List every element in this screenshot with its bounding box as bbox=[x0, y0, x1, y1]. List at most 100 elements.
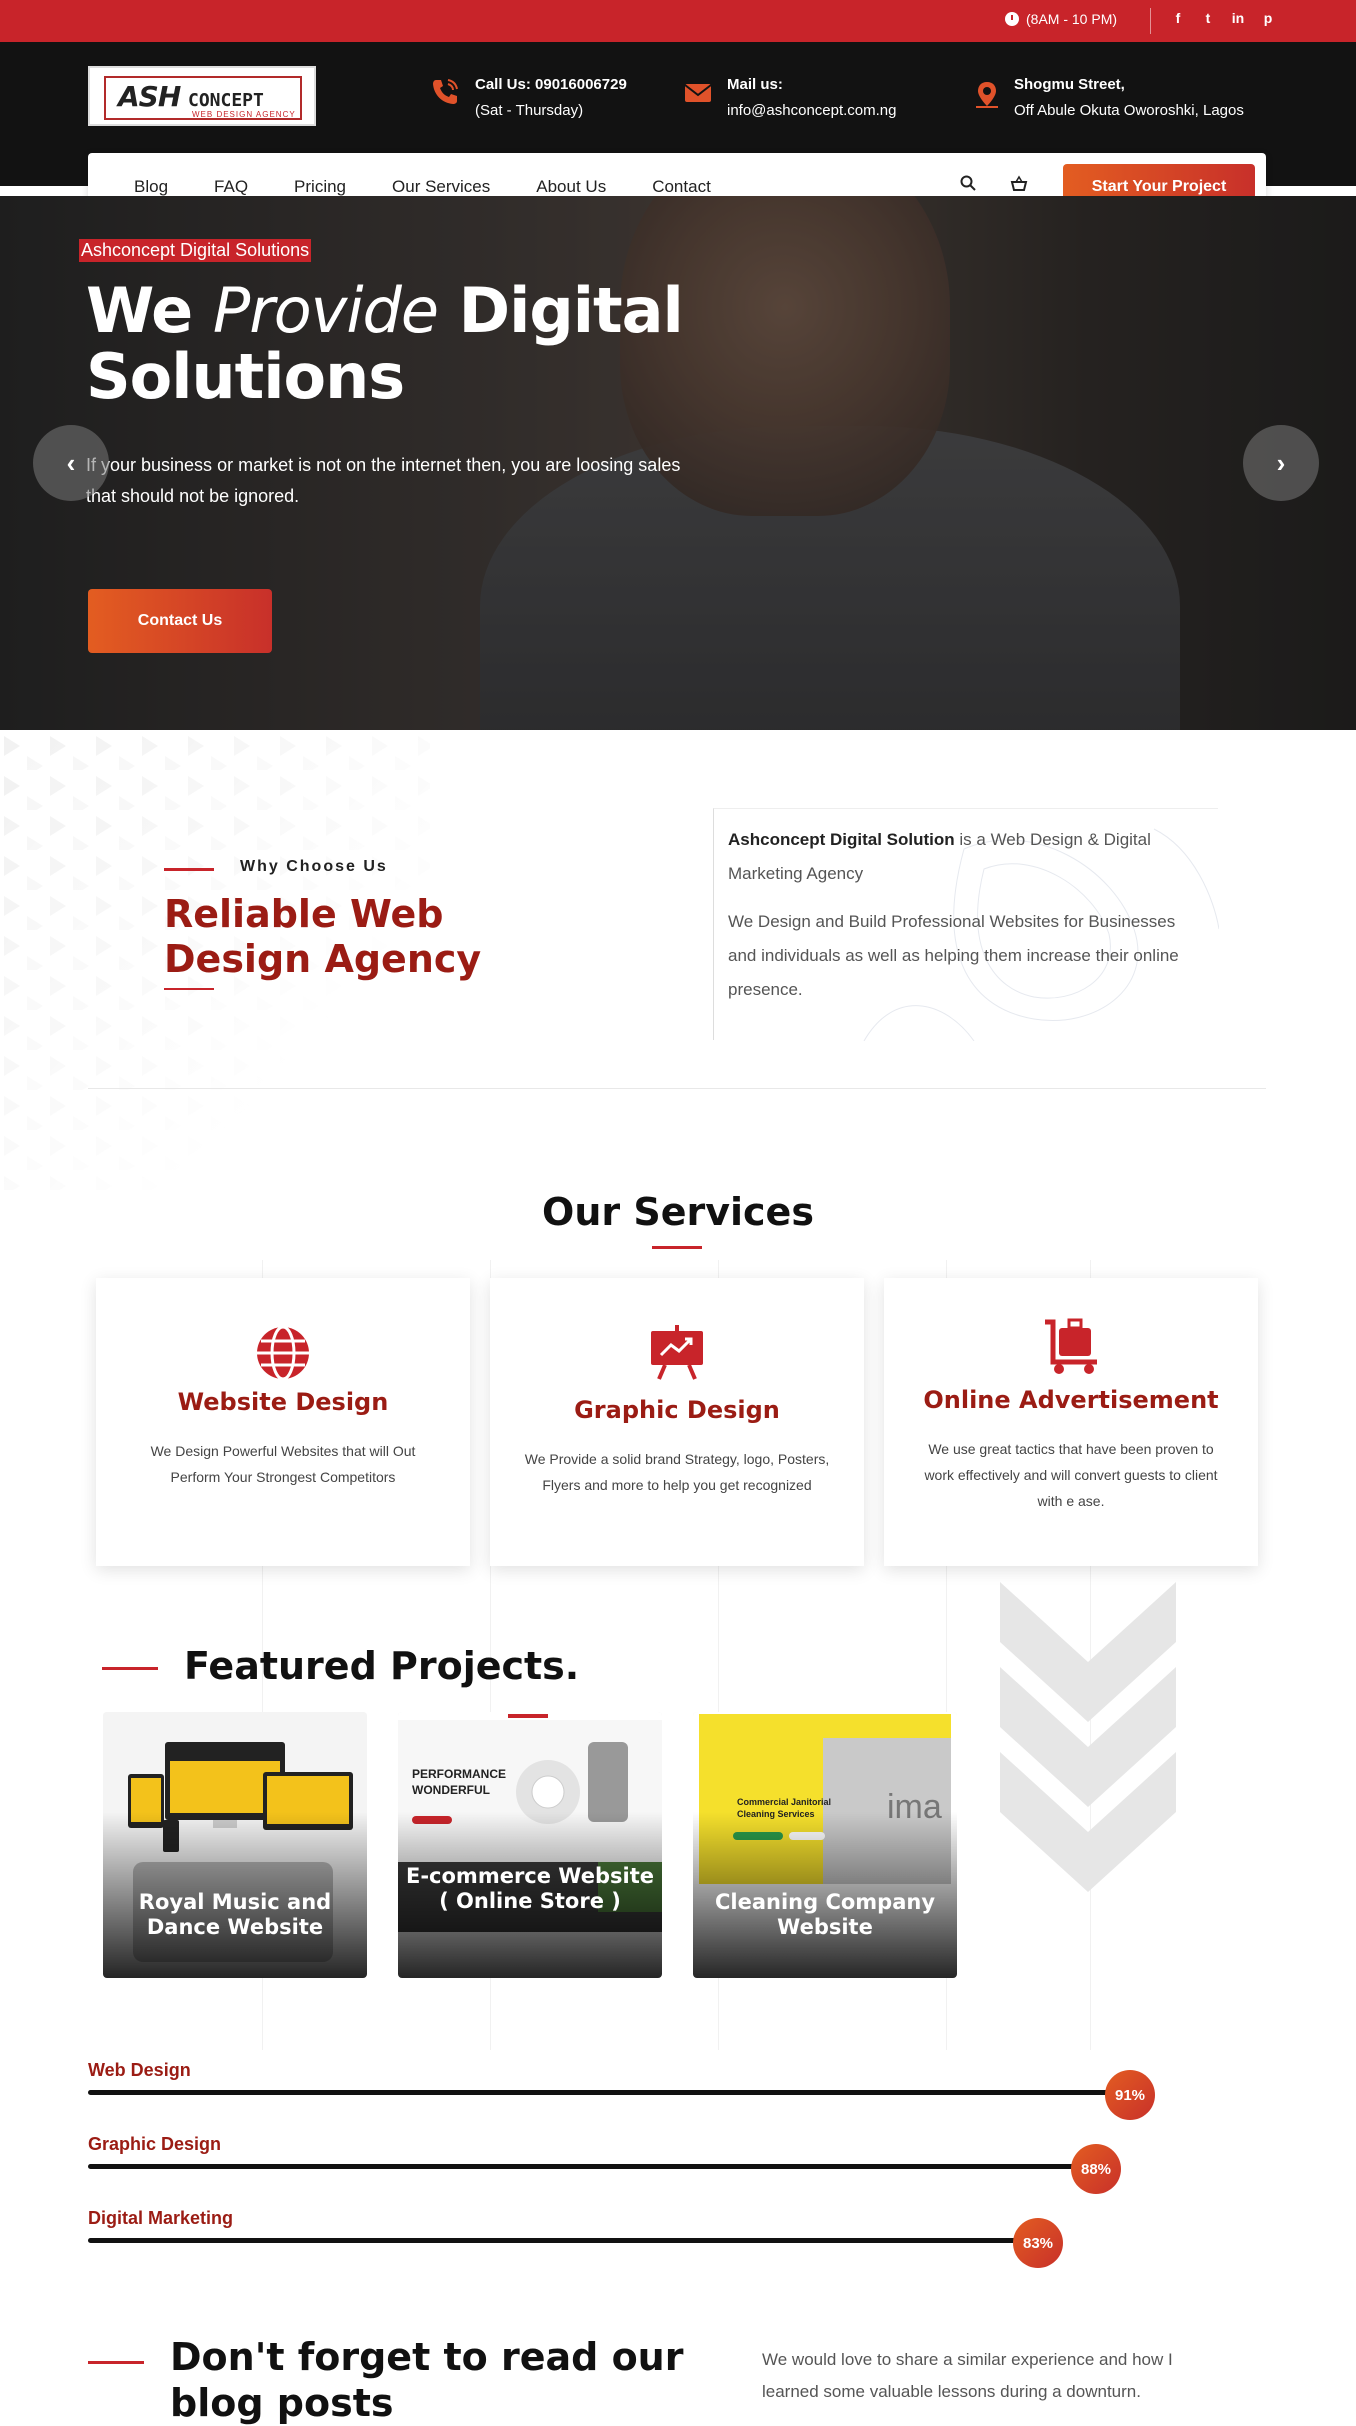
blog-intro: We would love to share a similar experie… bbox=[762, 2350, 1173, 2401]
project-label: Cleaning Company Website bbox=[714, 1890, 936, 1939]
logo-frame: ASH CONCEPT WEB DESIGN AGENCY bbox=[104, 76, 302, 120]
hero-heading: We Provide Digital Solutions bbox=[86, 278, 684, 413]
hours-text: (8AM - 10 PM) bbox=[1026, 11, 1118, 27]
luggage-cart-icon bbox=[1045, 1318, 1097, 1374]
linkedin-icon[interactable]: in bbox=[1230, 10, 1246, 26]
logo-tagline: WEB DESIGN AGENCY bbox=[192, 110, 296, 119]
twitter-icon[interactable]: t bbox=[1200, 10, 1216, 26]
nav-menu: Blog FAQ Pricing Our Services About Us C… bbox=[134, 177, 757, 197]
service-card-online-advertisement[interactable]: Online Advertisement We use great tactic… bbox=[884, 1278, 1258, 1566]
skill-progress-bar bbox=[88, 2090, 1130, 2095]
mail-title: Mail us: bbox=[727, 76, 783, 93]
phone-contact[interactable]: Call Us: 09016006729 (Sat - Thursday) bbox=[475, 72, 627, 124]
mail-address: info@ashconcept.com.ng bbox=[727, 102, 897, 119]
hero-heading-solutions: Solutions bbox=[86, 340, 405, 413]
thumb-line-2: WONDERFUL bbox=[412, 1783, 490, 1797]
services-title-underline bbox=[652, 1246, 702, 1249]
phone-number: Call Us: 09016006729 bbox=[475, 76, 627, 93]
hero-heading-provide: Provide bbox=[212, 274, 439, 347]
address-street: Shogmu Street, bbox=[1014, 76, 1125, 93]
presentation-chart-icon bbox=[651, 1325, 703, 1380]
service-description: We Design Powerful Websites that will Ou… bbox=[150, 1443, 416, 1485]
project-card-royal-music[interactable]: Royal Music and Dance Website bbox=[103, 1712, 367, 1978]
projects-title: Featured Projects. bbox=[184, 1644, 580, 1688]
phone-days: (Sat - Thursday) bbox=[475, 102, 584, 119]
projects-title-line bbox=[102, 1667, 158, 1670]
thumb-line-1: Commercial Janitorial bbox=[737, 1797, 832, 1807]
skill-progress-bar bbox=[88, 2238, 1038, 2243]
thumb-headline: PERFORMANCE WONDERFUL bbox=[412, 1766, 506, 1798]
project-card-ecommerce[interactable]: PERFORMANCE WONDERFUL E-commerce Website… bbox=[398, 1712, 662, 1978]
project-label: Royal Music and Dance Website bbox=[138, 1890, 332, 1939]
slider-prev-button[interactable]: ‹ bbox=[33, 425, 109, 501]
hero-slider: Ashconcept Digital Solutions We Provide … bbox=[0, 196, 1356, 730]
about-paragraph-1: Ashconcept Digital Solution is a Web Des… bbox=[728, 823, 1208, 891]
chevron-down-decoration bbox=[1000, 1582, 1176, 1892]
service-description: We use great tactics that have been prov… bbox=[924, 1441, 1218, 1509]
about-paragraph-2: We Design and Build Professional Website… bbox=[728, 912, 1179, 999]
kicker-line bbox=[164, 868, 214, 871]
skill-name: Digital Marketing bbox=[88, 2208, 234, 2228]
nav-item-our-services[interactable]: Our Services bbox=[392, 177, 490, 197]
logo-ash: ASH bbox=[118, 80, 181, 113]
service-title: Online Advertisement bbox=[923, 1386, 1219, 1414]
clock-icon bbox=[1005, 12, 1019, 26]
site-logo[interactable]: ASH CONCEPT WEB DESIGN AGENCY bbox=[88, 66, 316, 126]
globe-icon bbox=[257, 1325, 309, 1381]
thumb-line-1: PERFORMANCE bbox=[412, 1767, 507, 1781]
section-divider bbox=[88, 1088, 1266, 1089]
skill-name: Web Design bbox=[88, 2060, 191, 2080]
skill-row: Web Design 91% bbox=[88, 2060, 1155, 2120]
top-bar: (8AM - 10 PM) f t in p bbox=[0, 0, 1356, 42]
hero-description: If your business or market is not on the… bbox=[86, 455, 681, 506]
skill-name: Graphic Design bbox=[88, 2134, 222, 2154]
service-title: Graphic Design bbox=[574, 1396, 780, 1424]
slider-next-button[interactable]: › bbox=[1243, 425, 1319, 501]
why-title-text: Reliable Web Design Agency bbox=[164, 892, 482, 981]
mail-contact[interactable]: Mail us: info@ashconcept.com.ng bbox=[727, 72, 897, 124]
project-card-cleaning-company[interactable]: Commercial Janitorial Cleaning Services … bbox=[693, 1712, 957, 1978]
nav-item-blog[interactable]: Blog bbox=[134, 177, 168, 197]
pinterest-icon[interactable]: p bbox=[1260, 10, 1276, 26]
why-choose-us-section: Why Choose Us Reliable Web Design Agency… bbox=[0, 730, 1356, 1190]
blog-title: Don't forget to read our blog posts bbox=[170, 2335, 684, 2425]
about-company-name: Ashconcept Digital Solution bbox=[728, 830, 955, 849]
nav-item-faq[interactable]: FAQ bbox=[214, 177, 248, 197]
chevron-left-icon: ‹ bbox=[66, 447, 76, 478]
nav-item-contact[interactable]: Contact bbox=[652, 177, 711, 197]
service-card-graphic-design[interactable]: Graphic Design We Provide a solid brand … bbox=[490, 1278, 864, 1566]
hero-tag: Ashconcept Digital Solutions bbox=[79, 239, 312, 262]
service-description: We Provide a solid brand Strategy, logo,… bbox=[524, 1451, 830, 1493]
project-label: E-commerce Website ( Online Store ) bbox=[406, 1864, 654, 1913]
map-pin-icon bbox=[976, 82, 998, 108]
why-title-underline bbox=[164, 988, 214, 990]
services-title: Our Services bbox=[542, 1190, 814, 1234]
skill-row: Digital Marketing 83% bbox=[88, 2208, 1063, 2268]
contact-us-button[interactable]: Contact Us bbox=[88, 589, 272, 653]
why-title: Reliable Web Design Agency bbox=[164, 892, 584, 982]
chevron-right-icon: › bbox=[1276, 447, 1286, 478]
mail-icon bbox=[684, 84, 712, 102]
cart-icon[interactable] bbox=[1010, 175, 1028, 193]
hours-info: (8AM - 10 PM) bbox=[1005, 11, 1117, 27]
topbar-divider bbox=[1150, 8, 1151, 34]
skill-percent-badge: 88% bbox=[1071, 2144, 1121, 2194]
logo-concept: CONCEPT bbox=[188, 90, 264, 111]
hero-heading-digital: Digital bbox=[458, 274, 684, 347]
address-contact: Shogmu Street, Off Abule Okuta Oworoshki… bbox=[1014, 72, 1244, 124]
facebook-icon[interactable]: f bbox=[1170, 10, 1186, 26]
search-icon[interactable] bbox=[960, 175, 976, 191]
skill-percent-badge: 91% bbox=[1105, 2070, 1155, 2120]
address-area: Off Abule Okuta Oworoshki, Lagos bbox=[1014, 102, 1244, 119]
nav-item-about-us[interactable]: About Us bbox=[536, 177, 606, 197]
why-kicker: Why Choose Us bbox=[240, 858, 388, 875]
nav-item-pricing[interactable]: Pricing bbox=[294, 177, 346, 197]
skill-percent-badge: 83% bbox=[1013, 2218, 1063, 2268]
service-title: Website Design bbox=[177, 1388, 389, 1416]
social-links: f t in p bbox=[1170, 10, 1276, 26]
about-text-box: Ashconcept Digital Solution is a Web Des… bbox=[713, 808, 1219, 1041]
skill-progress-bar bbox=[88, 2164, 1096, 2169]
service-card-website-design[interactable]: Website Design We Design Powerful Websit… bbox=[96, 1278, 470, 1566]
hero-heading-we: We bbox=[86, 274, 193, 347]
blog-title-line bbox=[88, 2361, 144, 2364]
